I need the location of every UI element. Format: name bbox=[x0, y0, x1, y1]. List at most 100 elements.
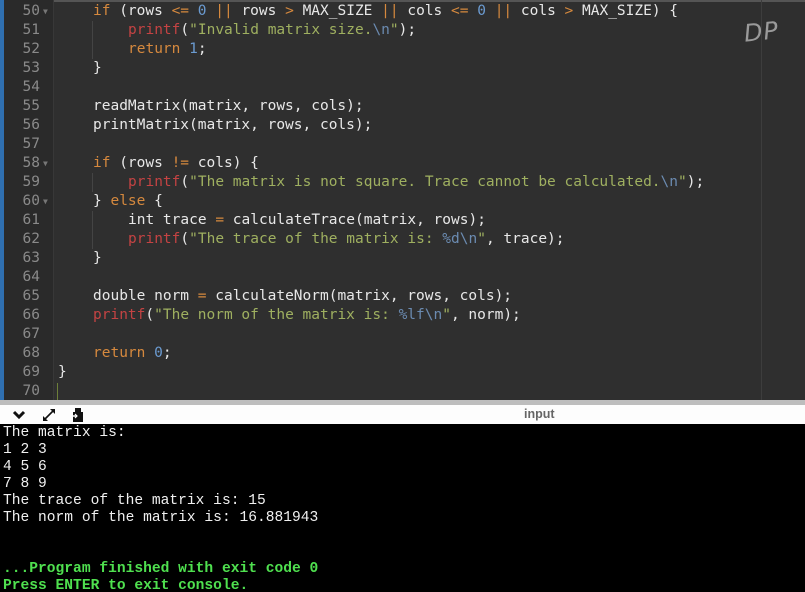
code-editor[interactable]: 50 ▼ 51 52 53 54 55 56 57 58 ▼ 59 60 ▼ 61 62 63 64 65 66 67 6… bbox=[0, 0, 805, 400]
line-number: 66 bbox=[22, 306, 40, 323]
code-token: } bbox=[58, 363, 67, 380]
code-line[interactable]: } bbox=[93, 59, 102, 78]
line-number: 59 bbox=[22, 173, 40, 190]
fold-toggle-icon[interactable]: ▼ bbox=[43, 154, 48, 173]
expand-arrows-icon bbox=[41, 407, 57, 423]
console-status-line: Press ENTER to exit console. bbox=[3, 578, 249, 592]
line-number: 57 bbox=[22, 135, 40, 152]
code-token: } bbox=[93, 192, 111, 209]
line-number: 56 bbox=[22, 116, 40, 133]
code-line[interactable]: if (rows <= 0 || rows > MAX_SIZE || cols… bbox=[93, 2, 678, 21]
code-token: readMatrix(matrix, rows, cols); bbox=[93, 97, 364, 114]
indent-guide bbox=[92, 20, 93, 59]
code-token: printf bbox=[93, 306, 146, 323]
code-token: double norm bbox=[93, 287, 198, 304]
code-line[interactable]: readMatrix(matrix, rows, cols); bbox=[93, 97, 364, 116]
fold-toggle-icon[interactable]: ▼ bbox=[43, 2, 48, 21]
code-token: rows bbox=[232, 2, 286, 19]
code-line[interactable]: } bbox=[93, 249, 102, 268]
code-line[interactable]: } bbox=[58, 363, 67, 382]
code-line[interactable]: printMatrix(matrix, rows, cols); bbox=[93, 116, 372, 135]
code-line[interactable]: } else { bbox=[93, 192, 163, 211]
line-number: 55 bbox=[22, 97, 40, 114]
line-number-gutter: 50 ▼ 51 52 53 54 55 56 57 58 ▼ 59 60 ▼ 61 62 63 64 65 66 67 6… bbox=[4, 0, 54, 400]
collapse-console-button[interactable] bbox=[10, 406, 28, 424]
code-token: > bbox=[564, 2, 574, 19]
indent-guide bbox=[92, 172, 93, 192]
console-output-line: 4 5 6 bbox=[3, 459, 47, 475]
code-token: ); bbox=[686, 173, 705, 190]
code-token: cols bbox=[512, 2, 565, 19]
code-token: } bbox=[93, 59, 102, 76]
line-number: 53 bbox=[22, 59, 40, 76]
console-status-line: ...Program finished with exit code 0 bbox=[3, 561, 319, 577]
code-line[interactable]: printf("The norm of the matrix is: %lf\n… bbox=[93, 306, 521, 325]
line-number: 61 bbox=[22, 211, 40, 228]
line-number: 68 bbox=[22, 344, 40, 361]
line-number: 60 bbox=[22, 192, 40, 209]
code-token: calculateTrace(matrix, rows); bbox=[224, 211, 486, 228]
code-token: ( bbox=[180, 173, 190, 190]
code-token: " bbox=[477, 230, 486, 247]
line-number: 70 bbox=[22, 382, 40, 399]
code-token: printf bbox=[128, 230, 181, 247]
code-token: if bbox=[93, 2, 111, 19]
code-token: <= bbox=[451, 2, 469, 19]
watermark-logo: DP bbox=[742, 16, 781, 48]
code-token: %d\n bbox=[442, 230, 478, 247]
code-token: cols) { bbox=[189, 154, 259, 171]
line-number: 67 bbox=[22, 325, 40, 342]
copy-output-button[interactable] bbox=[69, 406, 87, 424]
print-margin-line bbox=[761, 0, 762, 400]
fold-toggle-icon[interactable]: ▼ bbox=[43, 192, 48, 211]
line-number: 65 bbox=[22, 287, 40, 304]
code-line[interactable]: printf("The trace of the matrix is: %d\n… bbox=[128, 230, 565, 249]
code-token: } bbox=[93, 249, 102, 266]
maximize-console-button[interactable] bbox=[40, 406, 58, 424]
console-input-label: input bbox=[524, 407, 555, 421]
code-token: "The norm of the matrix is: bbox=[154, 306, 399, 323]
line-number: 52 bbox=[22, 40, 40, 57]
code-token: return bbox=[128, 40, 181, 57]
code-token: "The matrix is not square. Trace cannot … bbox=[189, 173, 661, 190]
code-token: 0 bbox=[477, 2, 486, 19]
console-output-line: 7 8 9 bbox=[3, 476, 47, 492]
code-line[interactable]: if (rows != cols) { bbox=[93, 154, 259, 173]
code-line[interactable]: double norm = calculateNorm(matrix, rows… bbox=[93, 287, 512, 306]
code-token: ; bbox=[162, 344, 172, 361]
code-line[interactable]: printf("The matrix is not square. Trace … bbox=[128, 173, 704, 192]
code-token: , norm); bbox=[450, 306, 521, 323]
code-line[interactable]: printf("Invalid matrix size.\n"); bbox=[128, 21, 416, 40]
code-token: ); bbox=[398, 21, 417, 38]
code-token: (rows bbox=[110, 154, 172, 171]
console-output-line: The norm of the matrix is: 16.881943 bbox=[3, 510, 319, 526]
code-token: else bbox=[110, 192, 146, 209]
code-line[interactable]: return 0; bbox=[93, 344, 172, 363]
code-token: \n bbox=[660, 173, 678, 190]
code-token: != bbox=[171, 154, 190, 171]
console-output[interactable]: The matrix is: 1 2 34 5 67 8 9 The trace o… bbox=[0, 424, 805, 592]
line-number: 54 bbox=[22, 78, 40, 95]
code-token: 0 bbox=[154, 344, 163, 361]
code-token: ( bbox=[145, 306, 155, 323]
code-line[interactable]: return 1; bbox=[128, 40, 207, 59]
code-token: " bbox=[678, 173, 687, 190]
code-token: return bbox=[93, 344, 146, 361]
code-token: printMatrix(matrix, rows, cols); bbox=[93, 116, 373, 133]
code-token: = bbox=[197, 287, 207, 304]
code-token: \n bbox=[372, 21, 390, 38]
indent-guide bbox=[92, 210, 93, 249]
code-token: || bbox=[215, 2, 233, 19]
console-output-line: 1 2 3 bbox=[3, 442, 47, 458]
line-number: 62 bbox=[22, 230, 40, 247]
code-token: printf bbox=[128, 173, 181, 190]
line-number: 63 bbox=[22, 249, 40, 266]
code-line[interactable]: int trace = calculateTrace(matrix, rows)… bbox=[128, 211, 486, 230]
code-token: calculateNorm(matrix, rows, cols); bbox=[206, 287, 513, 304]
code-token: <= bbox=[171, 2, 190, 19]
